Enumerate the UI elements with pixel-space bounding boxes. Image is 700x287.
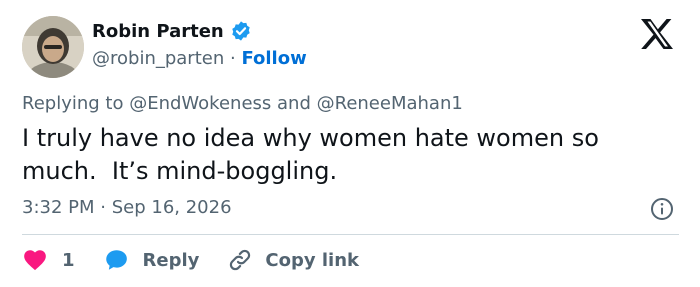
- reply-context-prefix: Replying to: [22, 93, 124, 114]
- reply-button[interactable]: Reply: [103, 247, 200, 273]
- author-name-row: Robin Parten: [92, 20, 252, 42]
- avatar[interactable]: [22, 16, 84, 78]
- action-bar: 1 Reply Copy link: [22, 246, 359, 274]
- divider: [22, 234, 679, 235]
- info-icon[interactable]: [650, 197, 674, 221]
- like-button[interactable]: 1: [22, 247, 75, 273]
- reply-context: Replying to @EndWokeness and @ReneeMahan…: [22, 93, 463, 114]
- verified-badge-icon: [230, 20, 252, 42]
- handle-separator: ·: [229, 48, 236, 69]
- reply-context-conjunction: and: [277, 93, 311, 114]
- tweet-timestamp[interactable]: 3:32 PM · Sep 16, 2026: [22, 197, 232, 218]
- timestamp-separator: ·: [100, 197, 106, 218]
- author-handle[interactable]: @robin_parten: [92, 48, 224, 69]
- tweet-date: Sep 16, 2026: [111, 197, 232, 218]
- heart-icon: [24, 250, 46, 271]
- mention-link[interactable]: @ReneeMahan1: [317, 93, 463, 114]
- mention-link[interactable]: @EndWokeness: [129, 93, 271, 114]
- author-handle-row: @robin_parten · Follow: [92, 48, 307, 69]
- tweet-text: I truly have no idea why women hate wome…: [22, 122, 672, 188]
- reply-label: Reply: [142, 249, 200, 271]
- reply-bubble-icon: [105, 250, 127, 270]
- tweet-text-line: much. It’s mind-boggling.: [22, 157, 338, 185]
- tweet-text-line: I truly have no idea why women hate wome…: [22, 124, 599, 152]
- avatar-image: [22, 16, 84, 78]
- copy-link-label: Copy link: [265, 249, 359, 271]
- follow-button[interactable]: Follow: [241, 48, 306, 69]
- link-icon: [230, 249, 251, 271]
- like-count: 1: [62, 249, 75, 271]
- author-display-name[interactable]: Robin Parten: [92, 21, 224, 42]
- tweet-time: 3:32 PM: [22, 197, 95, 218]
- copy-link-button[interactable]: Copy link: [227, 247, 359, 273]
- x-logo-icon[interactable]: [640, 18, 674, 50]
